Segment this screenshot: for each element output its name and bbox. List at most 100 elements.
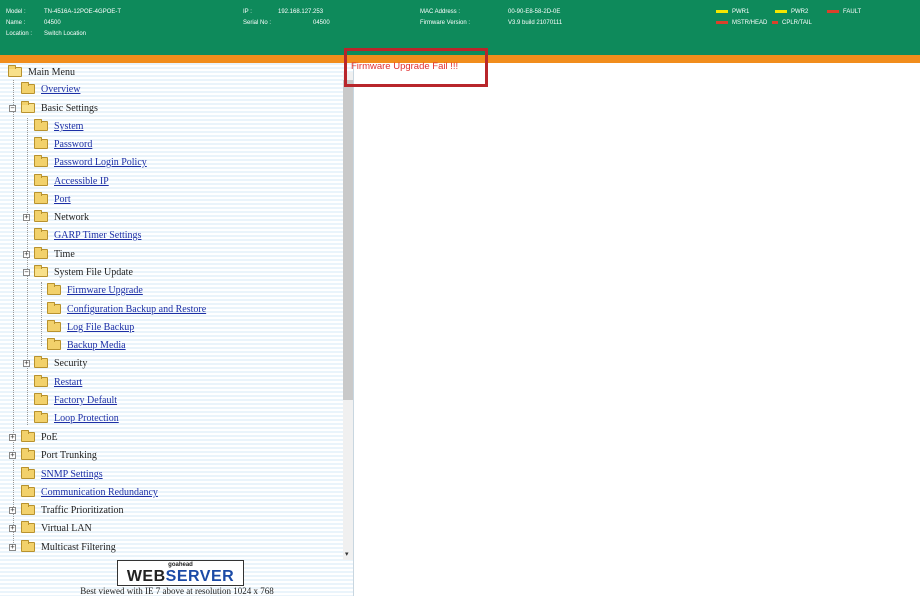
- serial-value: 04500: [313, 20, 330, 26]
- folder-open-icon: [21, 100, 35, 113]
- menu-time[interactable]: Time: [34, 246, 75, 264]
- led-pwr2-label: PWR2: [791, 9, 809, 15]
- menu-snmp[interactable]: SNMP Settings: [21, 466, 103, 484]
- folder-icon: [21, 520, 35, 533]
- menu-snmp-link[interactable]: SNMP Settings: [41, 469, 103, 480]
- menu-main[interactable]: Main Menu: [8, 64, 75, 82]
- menu-overview-link[interactable]: Overview: [41, 84, 80, 95]
- menu-loop-protection-link[interactable]: Loop Protection: [54, 413, 119, 424]
- menu-vlan-label: Virtual LAN: [41, 523, 92, 534]
- menu-backup-media-link[interactable]: Backup Media: [67, 340, 126, 351]
- menu-accessible-ip[interactable]: Accessible IP: [34, 173, 109, 191]
- menu-multicast[interactable]: Multicast Filtering: [21, 539, 116, 557]
- menu-system[interactable]: System: [34, 118, 83, 136]
- menu-config-backup-link[interactable]: Configuration Backup and Restore: [67, 304, 206, 315]
- expand-network-icon[interactable]: +: [23, 214, 30, 221]
- menu-poe-label: PoE: [41, 432, 58, 443]
- menu-system-link[interactable]: System: [54, 121, 83, 132]
- folder-icon: [34, 209, 48, 222]
- collapse-system-file-update-icon[interactable]: −: [23, 269, 30, 276]
- menu-password-login-policy-link[interactable]: Password Login Policy: [54, 157, 147, 168]
- expand-security-icon[interactable]: +: [23, 360, 30, 367]
- menu-overview[interactable]: Overview: [21, 81, 80, 99]
- name-value: 04500: [44, 20, 61, 26]
- folder-icon: [34, 355, 48, 368]
- scroll-down-arrow-icon[interactable]: ▾: [345, 551, 349, 558]
- header-col-mac: MAC Address : 00-90-E8-58-2D-0E Firmware …: [420, 7, 562, 29]
- folder-open-icon: [8, 64, 22, 77]
- menu-poe[interactable]: PoE: [21, 429, 58, 447]
- expand-port-trunking-icon[interactable]: +: [9, 452, 16, 459]
- menu-log-backup[interactable]: Log File Backup: [47, 319, 134, 337]
- menu-loop-protection[interactable]: Loop Protection: [34, 410, 119, 428]
- collapse-basic-settings-icon[interactable]: −: [9, 105, 16, 112]
- expand-multicast-icon[interactable]: +: [9, 544, 16, 551]
- led-pwr1-label: PWR1: [732, 9, 750, 15]
- menu-firmware-upgrade[interactable]: Firmware Upgrade: [47, 282, 143, 300]
- menu-comm-redundancy[interactable]: Communication Redundancy: [21, 484, 158, 502]
- error-message-box: Firmware Upgrade Fail !!!: [344, 48, 488, 87]
- menu-restart-link[interactable]: Restart: [54, 377, 82, 388]
- folder-icon: [21, 484, 35, 497]
- folder-icon: [34, 154, 48, 167]
- led-pwr2-indicator: [775, 9, 787, 13]
- menu-factory-default-link[interactable]: Factory Default: [54, 395, 117, 406]
- menu-scrollbar[interactable]: ▾: [343, 72, 353, 560]
- led-cplr-tail: CPLR/TAIL: [772, 19, 812, 27]
- led-fault-label: FAULT: [843, 9, 862, 15]
- expand-vlan-icon[interactable]: +: [9, 525, 16, 532]
- menu-password[interactable]: Password: [34, 136, 92, 154]
- folder-icon: [47, 319, 61, 332]
- logo-server-text: SERVER: [165, 568, 235, 585]
- menu-port[interactable]: Port: [34, 191, 71, 209]
- ip-value: 192.168.127.253: [278, 9, 324, 15]
- menu-network[interactable]: Network: [34, 209, 89, 227]
- menu-password-login-policy[interactable]: Password Login Policy: [34, 154, 147, 172]
- menu-basic-settings[interactable]: Basic Settings: [21, 100, 98, 118]
- expand-traffic-prio-icon[interactable]: +: [9, 507, 16, 514]
- menu-config-backup[interactable]: Configuration Backup and Restore: [47, 301, 206, 319]
- led-mstr-indicator: [716, 20, 728, 24]
- menu-time-label: Time: [54, 249, 75, 260]
- folder-icon: [47, 282, 61, 295]
- menu-system-file-update[interactable]: System File Update: [34, 264, 133, 282]
- expand-poe-icon[interactable]: +: [9, 434, 16, 441]
- menu-traffic-prio-label: Traffic Prioritization: [41, 505, 124, 516]
- folder-icon: [34, 410, 48, 423]
- main-menu-pane: Main Menu Overview − Basic Settings Syst…: [0, 63, 354, 596]
- menu-firmware-upgrade-link[interactable]: Firmware Upgrade: [67, 285, 143, 296]
- menu-backup-media[interactable]: Backup Media: [47, 337, 126, 355]
- menu-accessible-ip-link[interactable]: Accessible IP: [54, 176, 109, 187]
- menu-port-trunking[interactable]: Port Trunking: [21, 447, 97, 465]
- serial-label: Serial No :: [243, 20, 272, 26]
- folder-icon: [34, 118, 48, 131]
- menu-password-link[interactable]: Password: [54, 139, 92, 150]
- folder-open-icon: [34, 264, 48, 277]
- menu-traffic-prio[interactable]: Traffic Prioritization: [21, 502, 124, 520]
- menu-security[interactable]: Security: [34, 355, 87, 373]
- led-pwr1: PWR1: [716, 8, 749, 16]
- menu-restart[interactable]: Restart: [34, 374, 82, 392]
- menu-comm-redundancy-link[interactable]: Communication Redundancy: [41, 487, 158, 498]
- logo-web-text: WEB: [126, 568, 166, 585]
- mac-label: MAC Address :: [420, 9, 461, 15]
- tree-guide-level2: [41, 282, 42, 346]
- folder-icon: [21, 429, 35, 442]
- led-cplr-label: CPLR/TAIL: [782, 20, 812, 26]
- folder-icon: [21, 447, 35, 460]
- folder-icon: [21, 502, 35, 515]
- name-label: Name :: [6, 20, 26, 26]
- folder-icon: [34, 392, 48, 405]
- folder-icon: [21, 81, 35, 94]
- expand-time-icon[interactable]: +: [23, 251, 30, 258]
- menu-garp[interactable]: GARP Timer Settings: [34, 227, 141, 245]
- menu-port-link[interactable]: Port: [54, 194, 71, 205]
- menu-log-backup-link[interactable]: Log File Backup: [67, 322, 134, 333]
- menu-garp-link[interactable]: GARP Timer Settings: [54, 230, 141, 241]
- menu-scrollbar-thumb[interactable]: [343, 80, 353, 400]
- menu-vlan[interactable]: Virtual LAN: [21, 520, 92, 538]
- folder-icon: [21, 539, 35, 552]
- location-label: Location :: [6, 31, 33, 37]
- menu-factory-default[interactable]: Factory Default: [34, 392, 117, 410]
- header-col-device: Model : TN-4516A-12POE-4GPOE-T Name : 0450…: [6, 7, 121, 40]
